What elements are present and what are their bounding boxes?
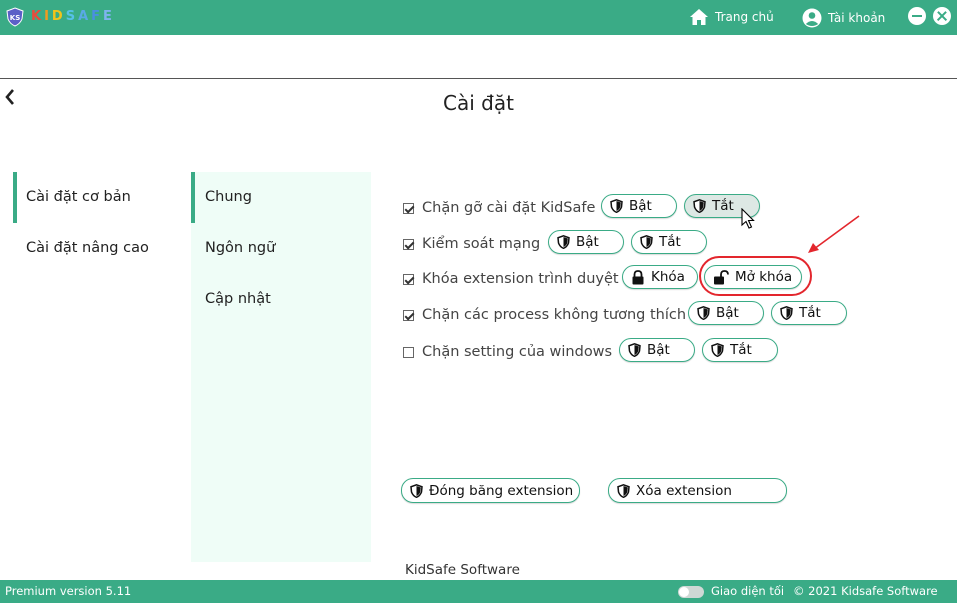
- off-button-block-windows-settings[interactable]: Tắt: [702, 338, 778, 362]
- off-label: Tắt: [712, 198, 734, 214]
- setting-label: Chặn các process không tương thích: [422, 307, 687, 323]
- setting-row-block-uninstall: Chặn gỡ cài đặt KidSafe: [403, 200, 595, 216]
- version-label: Premium version 5.11: [5, 584, 132, 598]
- setting-row-lock-extension: Khóa extension trình duyệt: [403, 271, 619, 287]
- secondary-settings-menu: Chung Ngôn ngữ Cập nhật: [191, 172, 371, 562]
- kidsafe-logo-icon: KS: [6, 7, 24, 27]
- nav-home-label: Trang chủ: [715, 10, 774, 24]
- dark-mode-toggle[interactable]: [678, 586, 704, 598]
- title-bar: KS KIDSAFE Trang chủ Tài khoản: [0, 0, 957, 35]
- setting-label: Khóa extension trình duyệt: [422, 271, 619, 287]
- setting-label: Chặn setting của windows: [422, 344, 613, 360]
- nav-account-button[interactable]: Tài khoản: [802, 8, 885, 28]
- menu-item-language[interactable]: Ngôn ngữ: [191, 223, 371, 274]
- brand-letter: S: [65, 9, 79, 24]
- shield-icon: [780, 306, 793, 320]
- on-button-block-process[interactable]: Bật: [688, 301, 764, 325]
- brand-letter: D: [51, 9, 66, 24]
- on-label: Bật: [716, 305, 739, 321]
- dark-mode-label: Giao diện tối: [711, 584, 785, 598]
- lock-label: Khóa: [651, 269, 685, 285]
- shield-icon: [711, 343, 724, 357]
- off-button-block-process[interactable]: Tắt: [771, 301, 847, 325]
- brand-letter: I: [44, 9, 52, 24]
- freeze-extension-label: Đóng băng extension: [429, 482, 574, 499]
- menu-item-general[interactable]: Chung: [191, 172, 371, 223]
- shield-icon: [693, 199, 706, 213]
- status-bar: Premium version 5.11 Giao diện tối © 202…: [0, 580, 957, 603]
- checkbox-lock-extension[interactable]: [403, 273, 414, 285]
- nav-account-label: Tài khoản: [828, 11, 886, 25]
- off-label: Tắt: [730, 342, 752, 358]
- delete-extension-label: Xóa extension: [636, 482, 732, 499]
- lock-icon: [631, 269, 645, 285]
- delete-extension-button[interactable]: Xóa extension: [608, 478, 787, 503]
- header-divider: [0, 78, 957, 79]
- user-icon: [802, 8, 822, 28]
- checkbox-block-uninstall[interactable]: [403, 202, 414, 214]
- setting-row-block-process: Chặn các process không tương thích: [403, 307, 686, 323]
- brand-letter: A: [78, 9, 92, 24]
- on-label: Bật: [629, 198, 652, 214]
- footer-partial-text: KidSafe Software: [405, 562, 520, 578]
- on-label: Bật: [647, 342, 670, 358]
- on-button-network-control[interactable]: Bật: [548, 230, 624, 254]
- menu-item-basic-settings[interactable]: Cài đặt cơ bản: [13, 172, 183, 223]
- freeze-extension-button[interactable]: Đóng băng extension: [401, 478, 580, 503]
- checkbox-block-process[interactable]: [403, 309, 414, 321]
- checkbox-network-control[interactable]: [403, 238, 414, 250]
- off-label: Tắt: [659, 234, 681, 250]
- home-icon: [690, 9, 708, 25]
- shield-icon: [628, 343, 641, 357]
- mouse-cursor-icon: [741, 208, 755, 229]
- brand-letter: K: [31, 9, 45, 24]
- checkbox-block-windows-settings[interactable]: [403, 346, 414, 358]
- on-label: Bật: [576, 234, 599, 250]
- copyright-label: © 2021 Kidsafe Software: [793, 584, 938, 598]
- on-button-block-uninstall[interactable]: Bật: [601, 194, 677, 218]
- off-label: Tắt: [799, 305, 821, 321]
- setting-label: Chặn gỡ cài đặt KidSafe: [422, 200, 596, 216]
- brand-letter: F: [91, 9, 104, 24]
- shield-icon: [640, 235, 653, 249]
- minimize-button[interactable]: [908, 7, 926, 25]
- lock-extension-button[interactable]: Khóa: [622, 265, 698, 289]
- on-button-block-windows-settings[interactable]: Bật: [619, 338, 695, 362]
- svg-text:KS: KS: [10, 14, 20, 22]
- setting-row-block-windows-settings: Chặn setting của windows: [403, 344, 612, 360]
- shield-icon: [617, 483, 630, 498]
- off-button-network-control[interactable]: Tắt: [631, 230, 707, 254]
- setting-label: Kiểm soát mạng: [422, 236, 541, 252]
- page-title: Cài đặt: [443, 91, 514, 115]
- brand-name: KIDSAFE: [31, 9, 115, 24]
- shield-icon: [557, 235, 570, 249]
- menu-item-update[interactable]: Cập nhật: [191, 274, 371, 325]
- shield-icon: [410, 483, 423, 498]
- shield-icon: [697, 306, 710, 320]
- red-arrow-icon: [808, 215, 860, 253]
- shield-icon: [610, 199, 623, 213]
- brand-letter: E: [103, 9, 115, 24]
- red-highlight-circle: [699, 256, 812, 296]
- menu-item-advanced-settings[interactable]: Cài đặt nâng cao: [13, 223, 183, 274]
- nav-home-button[interactable]: Trang chủ: [689, 8, 774, 26]
- close-button[interactable]: [933, 7, 951, 25]
- setting-row-network-control: Kiểm soát mạng: [403, 236, 540, 252]
- primary-settings-menu: Cài đặt cơ bản Cài đặt nâng cao: [13, 172, 183, 274]
